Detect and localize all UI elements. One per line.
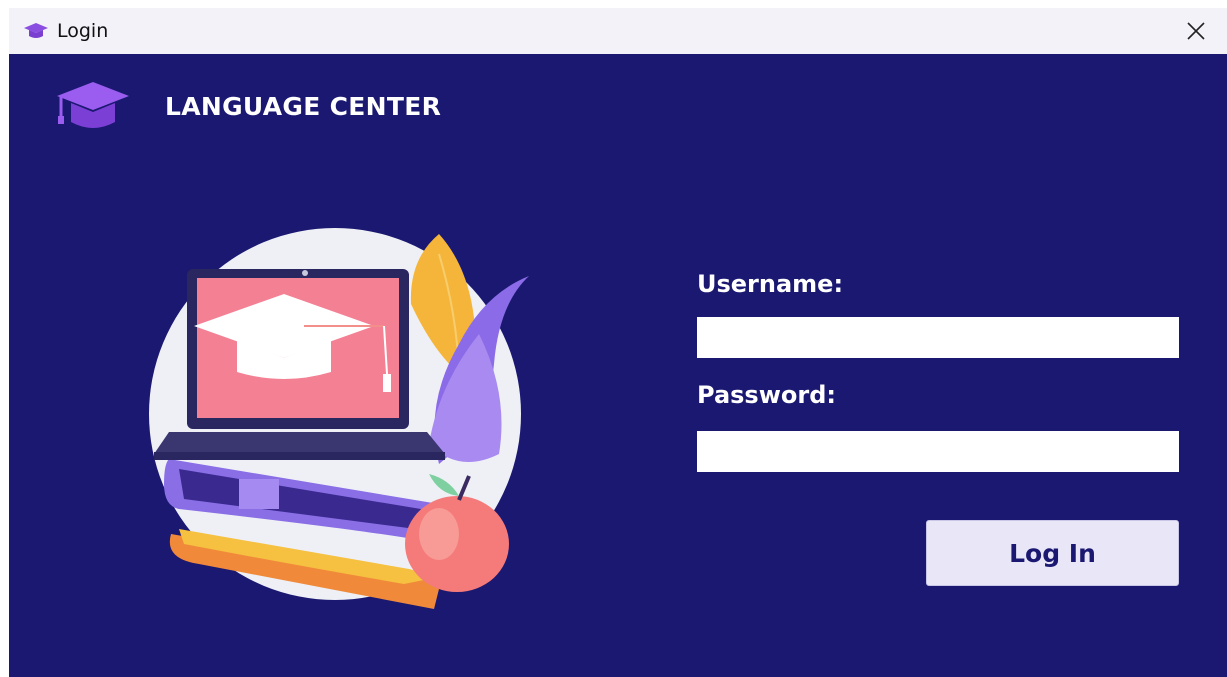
graduation-cap-icon <box>24 23 48 38</box>
password-input[interactable] <box>697 431 1179 472</box>
username-label: Username: <box>697 270 844 298</box>
username-input[interactable] <box>697 317 1179 358</box>
graduation-cap-icon <box>57 82 129 128</box>
laptop-books-apple-illustration <box>149 228 529 609</box>
login-button[interactable]: Log In <box>926 520 1179 586</box>
brand-name: LANGUAGE CENTER <box>165 92 442 121</box>
title-bar: Login <box>9 8 1227 54</box>
password-label: Password: <box>697 381 836 409</box>
close-button[interactable] <box>1179 14 1213 48</box>
login-window: Login LANGUAGE CENTER Username: Password… <box>9 8 1227 677</box>
close-icon <box>1187 22 1205 40</box>
login-content: LANGUAGE CENTER Username: Password: Log … <box>9 54 1227 677</box>
window-title: Login <box>57 20 109 42</box>
